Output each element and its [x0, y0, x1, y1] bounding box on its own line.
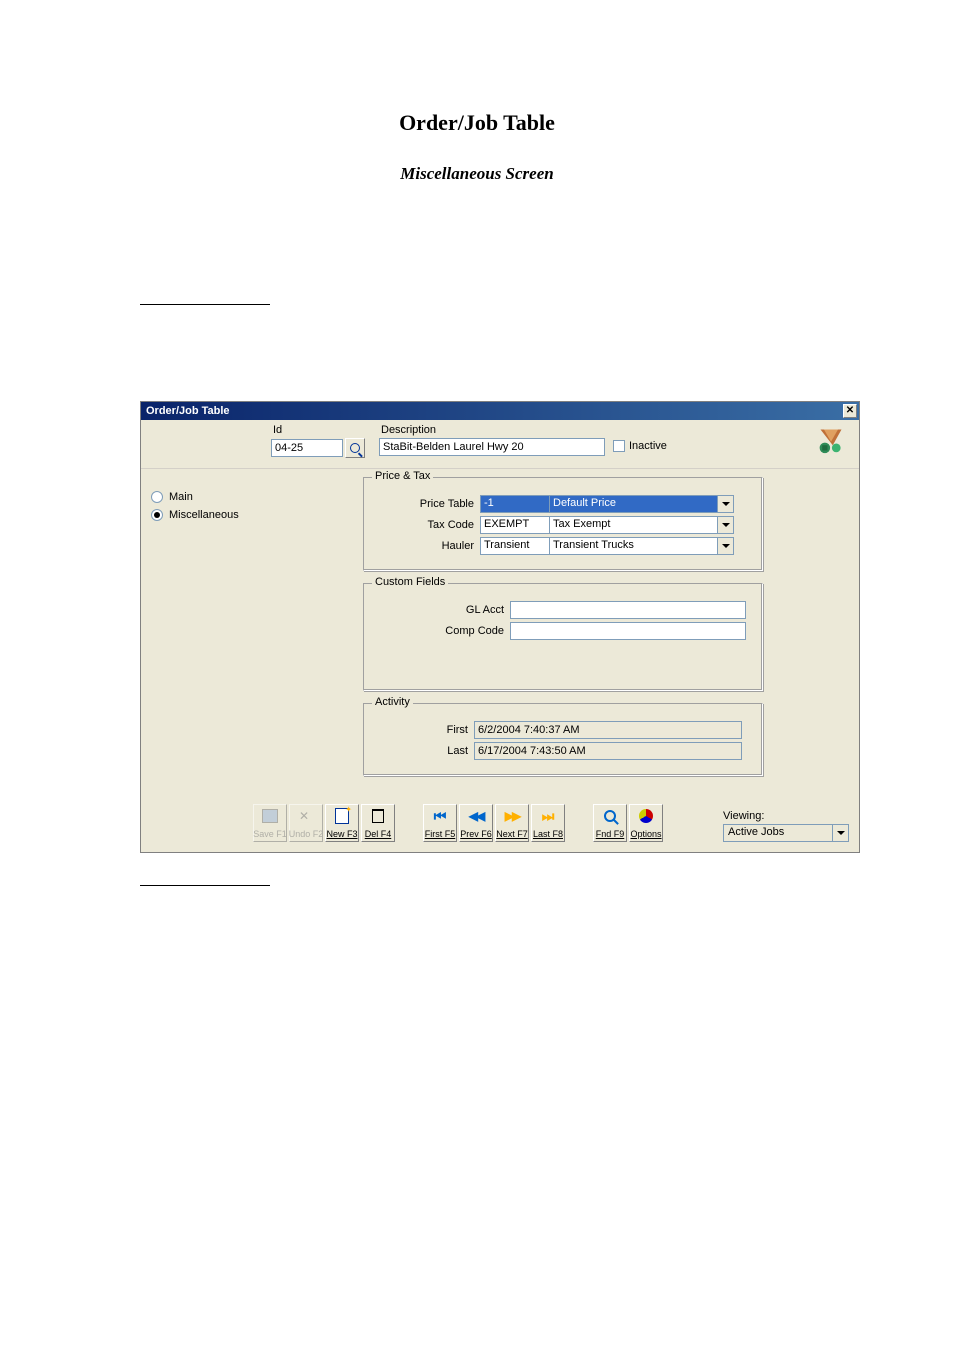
group-label-activity: Activity — [372, 696, 413, 708]
inactive-checkbox[interactable] — [613, 440, 625, 452]
activity-last-label: Last — [376, 745, 474, 757]
dropdown-button[interactable] — [718, 537, 734, 555]
id-lookup-button[interactable] — [345, 438, 365, 458]
find-icon — [600, 808, 620, 824]
radio-main-label: Main — [169, 491, 193, 503]
save-label: Save F1 — [253, 830, 287, 839]
price-table-combo[interactable]: -1 Default Price — [480, 495, 734, 513]
dropdown-button[interactable] — [718, 495, 734, 513]
hauler-combo[interactable]: Transient Transient Trucks — [480, 537, 734, 555]
close-button[interactable]: ✕ — [843, 404, 857, 418]
tax-code-desc: Tax Exempt — [550, 516, 718, 534]
description-input[interactable] — [379, 438, 605, 456]
prev-icon: ◀◀ — [466, 808, 486, 824]
new-button[interactable]: New F3 — [325, 804, 359, 842]
price-table-code[interactable]: -1 — [480, 495, 550, 513]
new-icon — [332, 808, 352, 824]
hr-top — [140, 304, 270, 305]
job-icon — [817, 426, 845, 454]
price-table-desc: Default Price — [550, 495, 718, 513]
next-icon: ▶▶ — [502, 808, 522, 824]
radio-icon — [151, 509, 163, 521]
tax-code-combo[interactable]: EXEMPT Tax Exempt — [480, 516, 734, 534]
inactive-label: Inactive — [629, 440, 667, 452]
options-label: Options — [630, 830, 661, 839]
prev-label: Prev F6 — [460, 830, 492, 839]
save-icon — [260, 808, 280, 824]
group-custom-fields: Custom Fields GL Acct Comp Code — [363, 583, 763, 691]
last-icon: ⏭ — [538, 808, 558, 824]
radio-misc-label: Miscellaneous — [169, 509, 239, 521]
next-label: Next F7 — [496, 830, 528, 839]
delete-button[interactable]: Del F4 — [361, 804, 395, 842]
undo-label: Undo F2 — [289, 830, 324, 839]
options-button[interactable]: Options — [629, 804, 663, 842]
first-icon: ⏮ — [430, 808, 450, 824]
hr-bottom — [140, 885, 270, 886]
undo-button: Undo F2 — [289, 804, 323, 842]
id-label: Id — [273, 424, 365, 436]
hauler-desc: Transient Trucks — [550, 537, 718, 555]
group-label-custom-fields: Custom Fields — [372, 576, 448, 588]
delete-label: Del F4 — [365, 830, 392, 839]
activity-last-value — [474, 742, 742, 760]
tax-code-code[interactable]: EXEMPT — [480, 516, 550, 534]
titlebar[interactable]: Order/Job Table ✕ — [141, 402, 859, 420]
page-title: Order/Job Table — [0, 110, 954, 136]
gl-acct-label: GL Acct — [376, 604, 510, 616]
group-price-tax: Price & Tax Price Table -1 Default Price… — [363, 477, 763, 571]
radio-icon — [151, 491, 163, 503]
window: Order/Job Table ✕ Id Description Inactiv… — [140, 401, 860, 853]
description-label: Description — [381, 424, 605, 436]
activity-first-value — [474, 721, 742, 739]
id-input[interactable] — [271, 439, 343, 457]
find-label: Fnd F9 — [596, 830, 625, 839]
last-button[interactable]: ⏭ Last F8 — [531, 804, 565, 842]
tax-code-label: Tax Code — [376, 519, 480, 531]
delete-icon — [368, 808, 388, 824]
viewing-value: Active Jobs — [723, 824, 833, 842]
page-subtitle: Miscellaneous Screen — [0, 164, 954, 184]
radio-main[interactable]: Main — [151, 491, 271, 503]
group-activity: Activity First Last — [363, 703, 763, 776]
header-area: Id Description Inactive — [141, 420, 859, 469]
new-label: New F3 — [326, 830, 357, 839]
footer-toolbar: Save F1 Undo F2 New F3 Del F4 ⏮ First F5… — [141, 798, 859, 852]
sidebar: Main Miscellaneous — [151, 477, 271, 788]
dropdown-button[interactable] — [718, 516, 734, 534]
price-table-label: Price Table — [376, 498, 480, 510]
prev-button[interactable]: ◀◀ Prev F6 — [459, 804, 493, 842]
options-icon — [636, 808, 656, 824]
hauler-label: Hauler — [376, 540, 480, 552]
magnifier-icon — [350, 443, 360, 453]
first-button[interactable]: ⏮ First F5 — [423, 804, 457, 842]
first-label: First F5 — [425, 830, 456, 839]
viewing-label: Viewing: — [723, 810, 849, 822]
radio-miscellaneous[interactable]: Miscellaneous — [151, 509, 271, 521]
gl-acct-input[interactable] — [510, 601, 746, 619]
dropdown-button[interactable] — [833, 824, 849, 842]
undo-icon — [296, 808, 316, 824]
save-button: Save F1 — [253, 804, 287, 842]
group-label-price-tax: Price & Tax — [372, 470, 433, 482]
titlebar-title: Order/Job Table — [143, 405, 230, 417]
find-button[interactable]: Fnd F9 — [593, 804, 627, 842]
comp-code-input[interactable] — [510, 622, 746, 640]
next-button[interactable]: ▶▶ Next F7 — [495, 804, 529, 842]
comp-code-label: Comp Code — [376, 625, 510, 637]
last-label: Last F8 — [533, 830, 563, 839]
viewing-select[interactable]: Active Jobs — [723, 824, 849, 842]
hauler-code[interactable]: Transient — [480, 537, 550, 555]
activity-first-label: First — [376, 724, 474, 736]
